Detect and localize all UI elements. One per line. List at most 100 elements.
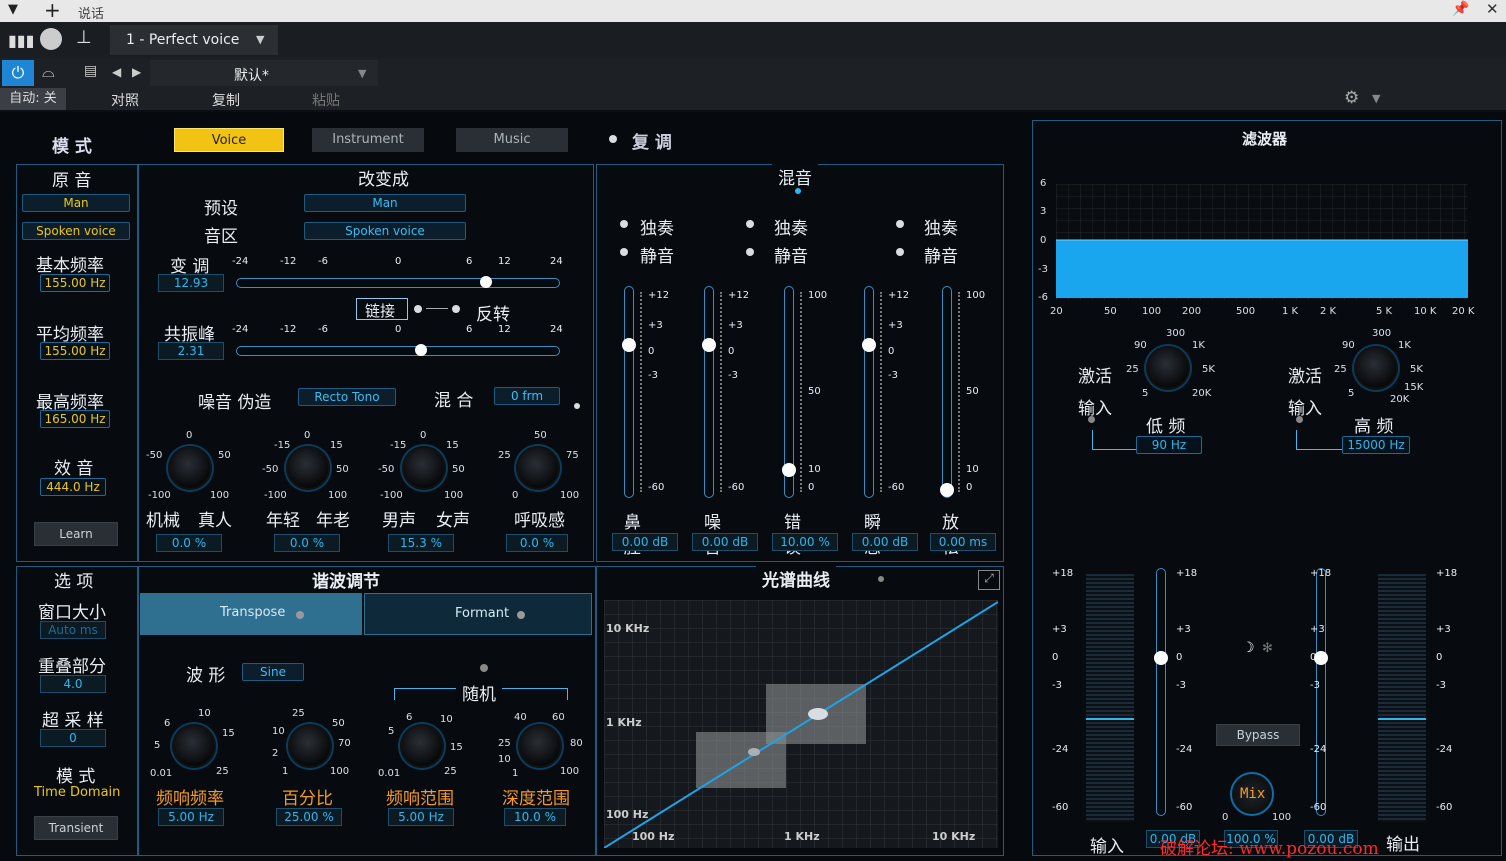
mode-tab-voice[interactable]: Voice [174, 128, 284, 152]
knob-value[interactable]: 5.00 Hz [388, 808, 454, 826]
overlap-value[interactable]: 4.0 [40, 675, 106, 693]
channel-value[interactable]: 10.00 % [772, 533, 838, 551]
mode-tab-music[interactable]: Music [456, 128, 568, 152]
harmonic-depth-knob[interactable] [518, 724, 562, 768]
channel-value[interactable]: 0.00 dB [612, 533, 678, 551]
compare-button[interactable]: 对照 [111, 90, 139, 110]
channel-fader[interactable] [622, 286, 636, 498]
channel-value[interactable]: 0.00 dB [852, 533, 918, 551]
expand-icon[interactable]: ⤢ [978, 570, 1000, 590]
mode-tab-instrument[interactable]: Instrument [312, 128, 424, 152]
average-value[interactable]: 155.00 Hz [40, 342, 110, 360]
high-input-label[interactable]: 输入 [1288, 394, 1322, 419]
close-icon[interactable]: ✕ [1486, 0, 1499, 18]
knob-value[interactable]: 15.3 % [388, 534, 454, 552]
random-led[interactable] [480, 664, 488, 672]
source-gender-select[interactable]: Man [22, 194, 130, 212]
knob-value[interactable]: 0.0 % [274, 534, 340, 552]
source-type-select[interactable]: Spoken voice [22, 222, 130, 240]
preset-name-select[interactable]: 默认* ▼ [150, 60, 378, 86]
output-gain-fader[interactable] [1314, 568, 1328, 816]
pitch-value[interactable]: 12.93 [158, 274, 224, 292]
window-size-value[interactable]: Auto ms [40, 621, 106, 639]
moon-icon[interactable]: ☽ [1242, 640, 1255, 656]
fader-thumb[interactable] [1154, 651, 1168, 665]
low-led[interactable] [1088, 416, 1095, 423]
channel-fader[interactable] [940, 286, 954, 498]
bypass-button[interactable]: Bypass [1216, 724, 1300, 746]
gear-icon[interactable]: ⚙ [1344, 88, 1359, 108]
harmonic-percent-knob[interactable] [288, 724, 332, 768]
harmonic-range-knob[interactable] [400, 724, 444, 768]
formant-slider[interactable] [236, 344, 560, 356]
harmonic-tab-formant[interactable]: Formant [364, 593, 592, 635]
knob-value[interactable]: 0.0 % [156, 534, 222, 552]
pitch-slider-thumb[interactable] [480, 276, 492, 288]
high-value[interactable]: 15000 Hz [1342, 436, 1410, 454]
reset-label[interactable]: 复 调 [632, 128, 672, 153]
routing-icon[interactable]: ⊥ [76, 27, 92, 48]
sun-icon[interactable]: ✻ [1262, 641, 1273, 656]
tuning-value[interactable]: 444.0 Hz [40, 478, 106, 496]
copy-button[interactable]: 复制 [212, 90, 240, 110]
learn-button[interactable]: Learn [34, 522, 118, 546]
channel-value[interactable]: 0.00 dB [692, 533, 758, 551]
harmonic-rate-knob[interactable] [172, 724, 216, 768]
save-icon[interactable]: ▤ [84, 63, 97, 79]
knob-value[interactable]: 25.00 % [276, 808, 342, 826]
power-icon[interactable]: ⏻ [2, 60, 34, 86]
next-icon[interactable]: ▶ [132, 65, 141, 79]
spectrum-graph[interactable] [604, 600, 998, 848]
chevron-down-icon[interactable]: ▼ [8, 2, 18, 17]
high-cut-knob[interactable] [1354, 346, 1398, 390]
fader-thumb[interactable] [940, 483, 954, 497]
mix-led[interactable] [574, 403, 580, 409]
prev-icon[interactable]: ◀ [112, 65, 121, 79]
young-old-knob[interactable] [286, 446, 330, 490]
knob-value[interactable]: 10.0 % [504, 808, 566, 826]
formant-value[interactable]: 2.31 [158, 342, 224, 360]
knob-value[interactable]: 0.0 % [506, 534, 568, 552]
fader-thumb[interactable] [862, 338, 876, 352]
low-activate-label[interactable]: 激活 [1078, 362, 1112, 387]
fundamental-value[interactable]: 155.00 Hz [40, 274, 110, 292]
max-value[interactable]: 165.00 Hz [40, 410, 110, 428]
fader-thumb[interactable] [622, 338, 636, 352]
male-female-knob[interactable] [402, 446, 446, 490]
link-button[interactable]: 链接 [356, 298, 408, 320]
preset-slot-select[interactable]: 1 - Perfect voice ▼ [110, 25, 278, 55]
chevron-down-icon[interactable]: ▼ [1372, 92, 1380, 105]
channel-fader[interactable] [862, 286, 876, 498]
dial-icon[interactable] [40, 28, 62, 50]
noise-select[interactable]: Recto Tono [298, 388, 396, 406]
auto-button[interactable]: 自动: 关 [0, 88, 66, 110]
mix-knob[interactable]: Mix [1230, 772, 1274, 816]
options-mode-value[interactable]: Time Domain [34, 785, 120, 800]
low-cut-knob[interactable] [1146, 346, 1190, 390]
filter-graph[interactable] [1056, 184, 1468, 300]
invert-led[interactable] [452, 305, 460, 313]
low-input-label[interactable]: 输入 [1078, 394, 1112, 419]
link-led[interactable] [414, 305, 422, 313]
harmonic-tab-transpose[interactable]: Transpose [140, 593, 362, 635]
pitch-slider[interactable] [236, 276, 560, 288]
high-led[interactable] [1296, 416, 1303, 423]
knob-value[interactable]: 5.00 Hz [158, 808, 224, 826]
pin-icon[interactable]: 📌 [1452, 1, 1469, 17]
channel-fader[interactable] [702, 286, 716, 498]
target-preset-select[interactable]: Man [304, 194, 466, 212]
robot-human-knob[interactable] [168, 446, 212, 490]
fader-thumb[interactable] [782, 463, 796, 477]
breath-knob[interactable] [516, 446, 560, 490]
channel-fader[interactable] [782, 286, 796, 498]
bars-icon[interactable]: ▮▮▮ [8, 31, 34, 50]
high-activate-label[interactable]: 激活 [1288, 362, 1322, 387]
mix-value[interactable]: 0 frm [494, 387, 560, 405]
fader-thumb[interactable] [702, 338, 716, 352]
reset-led[interactable] [609, 135, 617, 143]
channel-value[interactable]: 0.00 ms [930, 533, 996, 551]
invert-label[interactable]: 反转 [476, 300, 510, 325]
input-gain-fader[interactable] [1154, 568, 1168, 816]
target-range-select[interactable]: Spoken voice [304, 222, 466, 240]
add-icon[interactable]: + [44, 0, 61, 22]
